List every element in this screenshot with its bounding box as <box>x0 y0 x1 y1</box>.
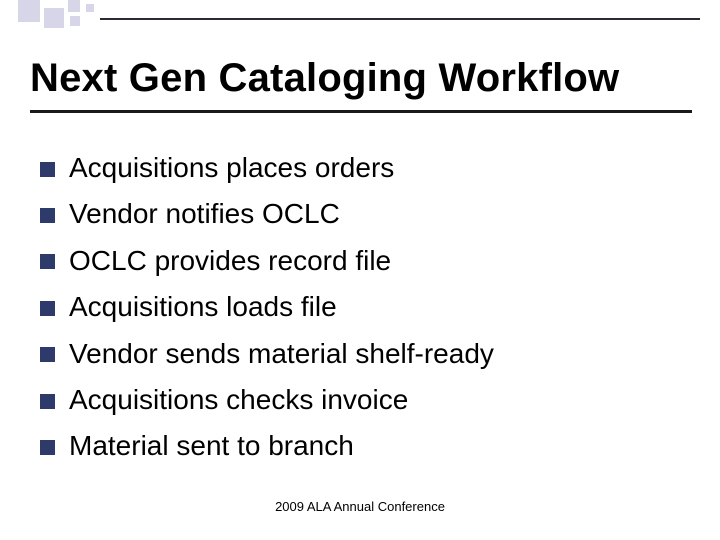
deco-square <box>18 0 40 22</box>
list-item: Acquisitions places orders <box>40 150 690 186</box>
bullet-text: Acquisitions places orders <box>69 150 394 186</box>
bullet-text: OCLC provides record file <box>69 243 391 279</box>
bullet-text: Vendor notifies OCLC <box>69 196 340 232</box>
list-item: Vendor sends material shelf-ready <box>40 336 690 372</box>
bullet-text: Material sent to branch <box>69 428 354 464</box>
list-item: Material sent to branch <box>40 428 690 464</box>
slide-footer: 2009 ALA Annual Conference <box>0 499 720 514</box>
bullet-text: Vendor sends material shelf-ready <box>69 336 494 372</box>
deco-square <box>44 8 64 28</box>
list-item: Acquisitions loads file <box>40 289 690 325</box>
square-bullet-icon <box>40 162 55 177</box>
deco-square <box>86 4 94 12</box>
deco-top-line <box>100 18 700 20</box>
list-item: OCLC provides record file <box>40 243 690 279</box>
list-item: Vendor notifies OCLC <box>40 196 690 232</box>
bullet-text: Acquisitions checks invoice <box>69 382 408 418</box>
deco-square <box>70 16 80 26</box>
title-rule <box>30 110 692 113</box>
deco-square <box>68 0 80 12</box>
slide-title: Next Gen Cataloging Workflow <box>30 56 619 101</box>
square-bullet-icon <box>40 394 55 409</box>
square-bullet-icon <box>40 347 55 362</box>
list-item: Acquisitions checks invoice <box>40 382 690 418</box>
square-bullet-icon <box>40 208 55 223</box>
square-bullet-icon <box>40 301 55 316</box>
square-bullet-icon <box>40 254 55 269</box>
square-bullet-icon <box>40 440 55 455</box>
bullet-text: Acquisitions loads file <box>69 289 337 325</box>
bullet-list: Acquisitions places orders Vendor notifi… <box>40 150 690 475</box>
slide-decoration <box>0 0 720 38</box>
